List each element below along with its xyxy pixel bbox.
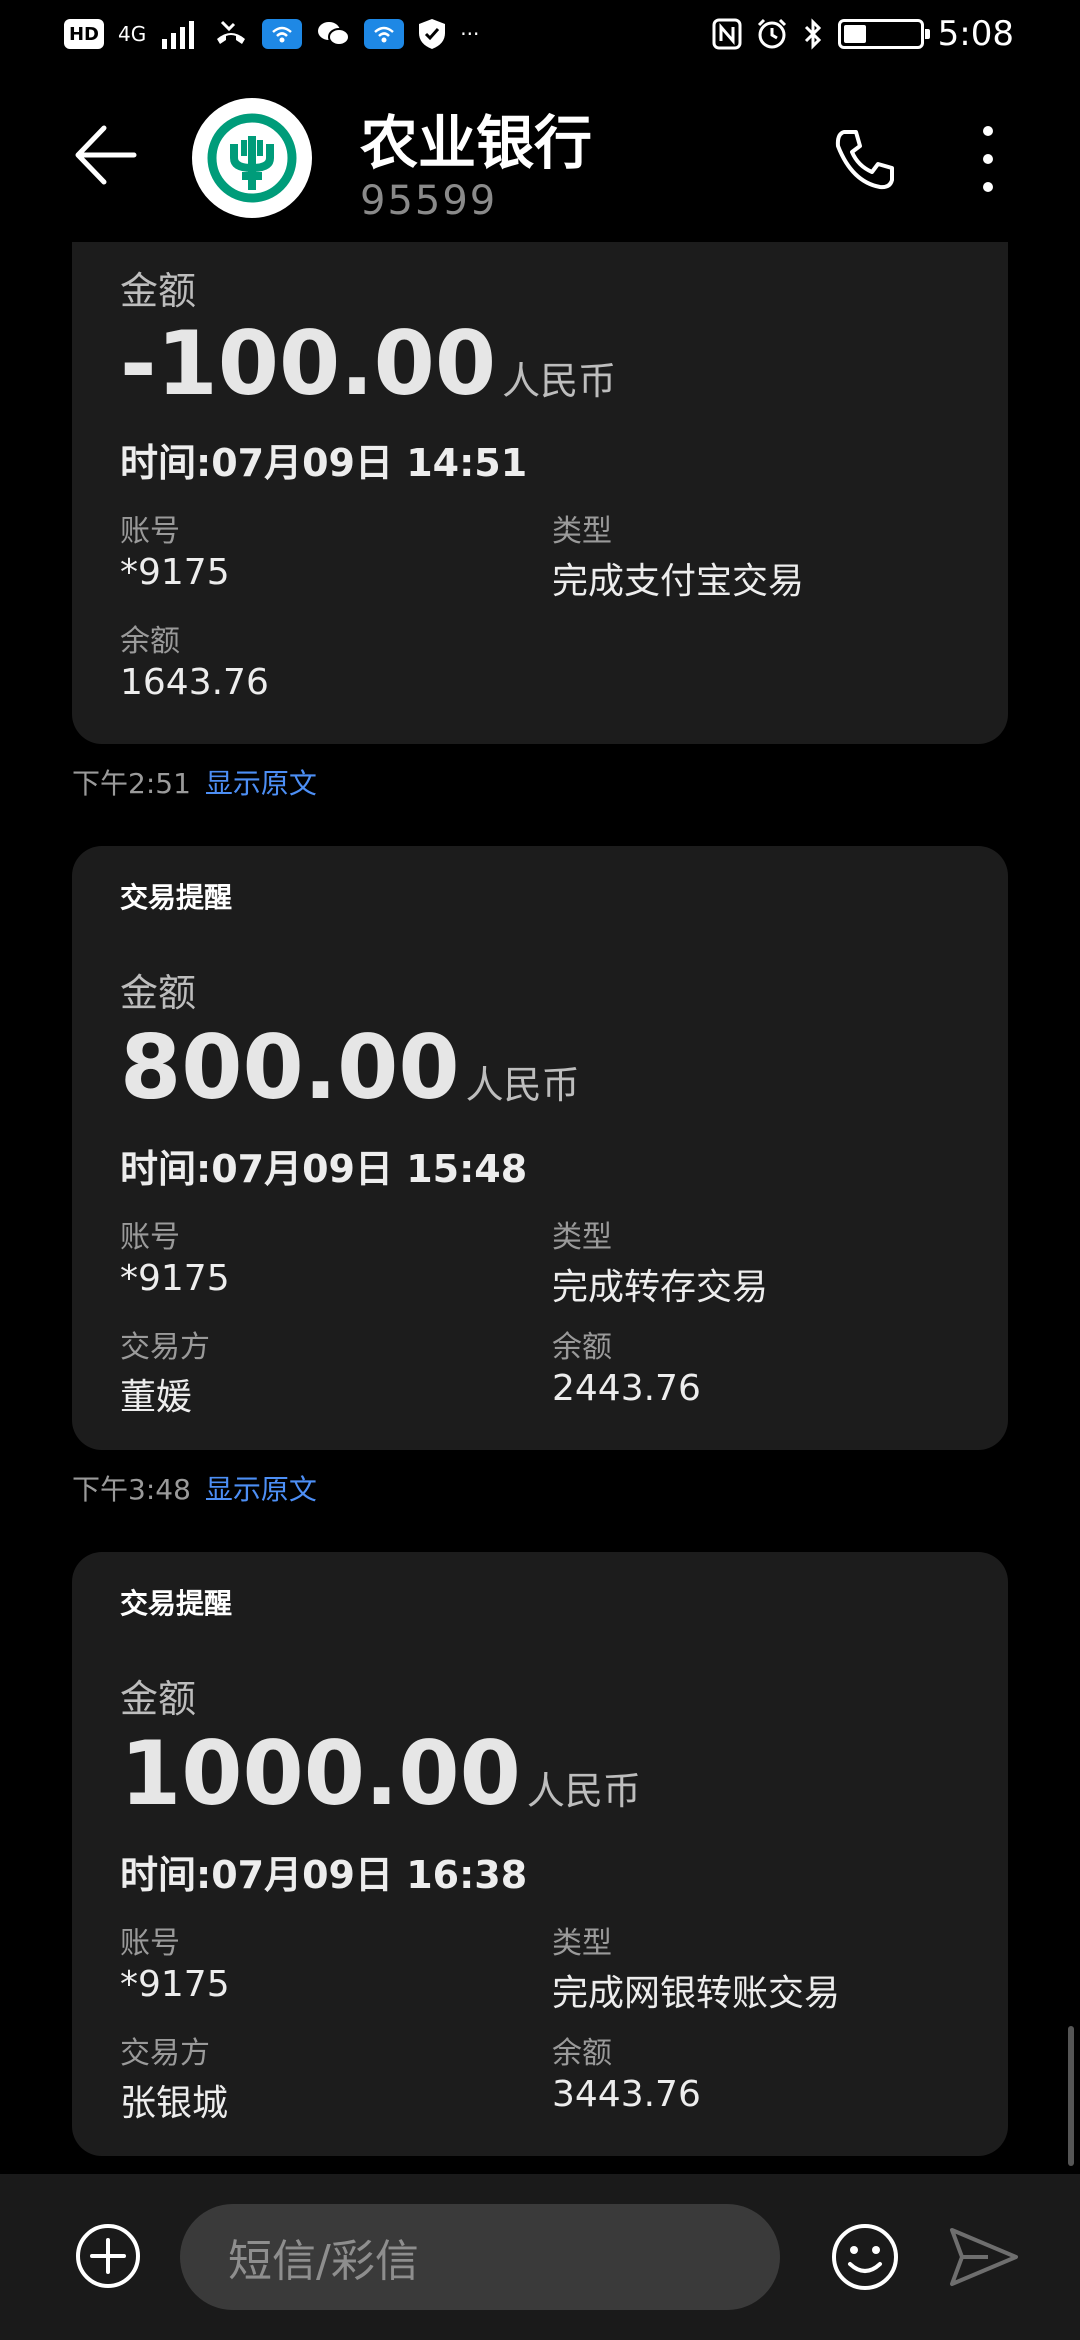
shield-icon: [419, 19, 446, 49]
transaction-time: 时间:07月09日 14:51: [120, 441, 528, 485]
message-meta: 下午2:51 显示原文: [72, 762, 317, 802]
clock: 5:08: [937, 14, 1014, 54]
card-title: 交易提醒: [120, 1587, 233, 1620]
composer-bar: 短信/彩信: [0, 2174, 1080, 2340]
amount-value: 800.00 人民币: [120, 1016, 580, 1119]
balance-label: 余额: [552, 2036, 612, 2071]
status-left-icons: HD 4G ···: [64, 18, 479, 50]
account-label: 账号: [120, 1220, 180, 1255]
card-title: 交易提醒: [120, 881, 233, 914]
amount-number: -100.00: [120, 312, 497, 415]
phone-call-button[interactable]: [830, 124, 900, 194]
wifi-app-icon: [262, 19, 303, 49]
show-original-link[interactable]: 显示原文: [205, 767, 317, 800]
nfc-icon: [712, 18, 742, 50]
message-list[interactable]: 金额 -100.00 人民币 时间:07月09日 14:51 账号 *9175 …: [0, 242, 1080, 2174]
conversation-header: 农业银行 95599: [0, 74, 1080, 242]
signal-bars-icon: [162, 21, 195, 49]
counterparty-label: 交易方: [120, 1330, 210, 1365]
type-value: 完成转存交易: [552, 1267, 769, 1308]
back-button[interactable]: [70, 120, 140, 190]
bluetooth-icon: [804, 18, 821, 50]
wechat-icon: [318, 22, 351, 46]
amount-value: -100.00 人民币: [120, 312, 616, 415]
account-value: *9175: [120, 1964, 230, 2005]
type-value: 完成支付宝交易: [552, 561, 805, 602]
amount-number: 1000.00: [120, 1722, 521, 1825]
scrollbar[interactable]: [1068, 2026, 1074, 2166]
missed-call-icon: [217, 20, 246, 44]
alarm-icon: [757, 18, 786, 49]
amount-label: 金额: [120, 269, 197, 313]
message-input[interactable]: 短信/彩信: [180, 2204, 780, 2310]
account-label: 账号: [120, 1926, 180, 1961]
more-dot-icon: [983, 126, 993, 136]
type-label: 类型: [552, 514, 612, 549]
currency-label: 人民币: [526, 1769, 641, 1813]
counterparty-label: 交易方: [120, 2036, 210, 2071]
message-card[interactable]: 交易提醒 金额 1000.00 人民币 时间:07月09日 16:38 账号 *…: [72, 1552, 1008, 2156]
counterparty-value: 董媛: [120, 1377, 193, 1418]
account-value: *9175: [120, 1258, 230, 1299]
battery-level: [843, 25, 866, 43]
network-type: 4G: [118, 22, 147, 46]
show-original-link[interactable]: 显示原文: [205, 1473, 317, 1506]
message-meta: 下午3:48 显示原文: [72, 1468, 317, 1508]
more-notifications-icon: ···: [460, 22, 480, 46]
balance-value: 1643.76: [120, 662, 269, 703]
message-time: 下午3:48: [72, 1473, 191, 1506]
emoji-button[interactable]: [830, 2222, 900, 2292]
currency-label: 人民币: [502, 359, 617, 403]
more-dot-icon: [983, 182, 993, 192]
message-card[interactable]: 金额 -100.00 人民币 时间:07月09日 14:51 账号 *9175 …: [72, 242, 1008, 744]
status-bar: HD 4G ··· 5:08: [0, 0, 1080, 74]
currency-label: 人民币: [465, 1063, 580, 1107]
counterparty-value: 张银城: [120, 2083, 229, 2124]
contact-name: 农业银行: [360, 109, 593, 177]
send-button[interactable]: [948, 2224, 1020, 2290]
amount-value: 1000.00 人民币: [120, 1722, 641, 1825]
more-dot-icon: [983, 154, 993, 164]
transaction-time: 时间:07月09日 16:38: [120, 1853, 528, 1897]
status-right-icons: 5:08: [712, 14, 1014, 54]
contact-number: 95599: [360, 178, 498, 224]
account-label: 账号: [120, 514, 180, 549]
wifi-app-icon-2: [364, 19, 405, 49]
contact-avatar[interactable]: [192, 98, 312, 218]
type-label: 类型: [552, 1220, 612, 1255]
battery-icon: [837, 19, 930, 49]
balance-value: 2443.76: [552, 1368, 701, 1409]
balance-label: 余额: [552, 1330, 612, 1365]
type-label: 类型: [552, 1926, 612, 1961]
hd-icon: HD: [64, 19, 104, 49]
transaction-time: 时间:07月09日 15:48: [120, 1147, 528, 1191]
amount-number: 800.00: [120, 1016, 460, 1119]
add-attachment-button[interactable]: [74, 2222, 142, 2290]
message-input-placeholder: 短信/彩信: [228, 2236, 419, 2287]
message-card[interactable]: 交易提醒 金额 800.00 人民币 时间:07月09日 15:48 账号 *9…: [72, 846, 1008, 1450]
type-value: 完成网银转账交易: [552, 1973, 841, 2014]
more-options-button[interactable]: [968, 124, 1008, 194]
abc-bank-logo-icon: [207, 113, 297, 203]
amount-label: 金额: [120, 1677, 197, 1721]
message-time: 下午2:51: [72, 767, 191, 800]
balance-label: 余额: [120, 624, 180, 659]
account-value: *9175: [120, 552, 230, 593]
balance-value: 3443.76: [552, 2074, 701, 2115]
amount-label: 金额: [120, 971, 197, 1015]
